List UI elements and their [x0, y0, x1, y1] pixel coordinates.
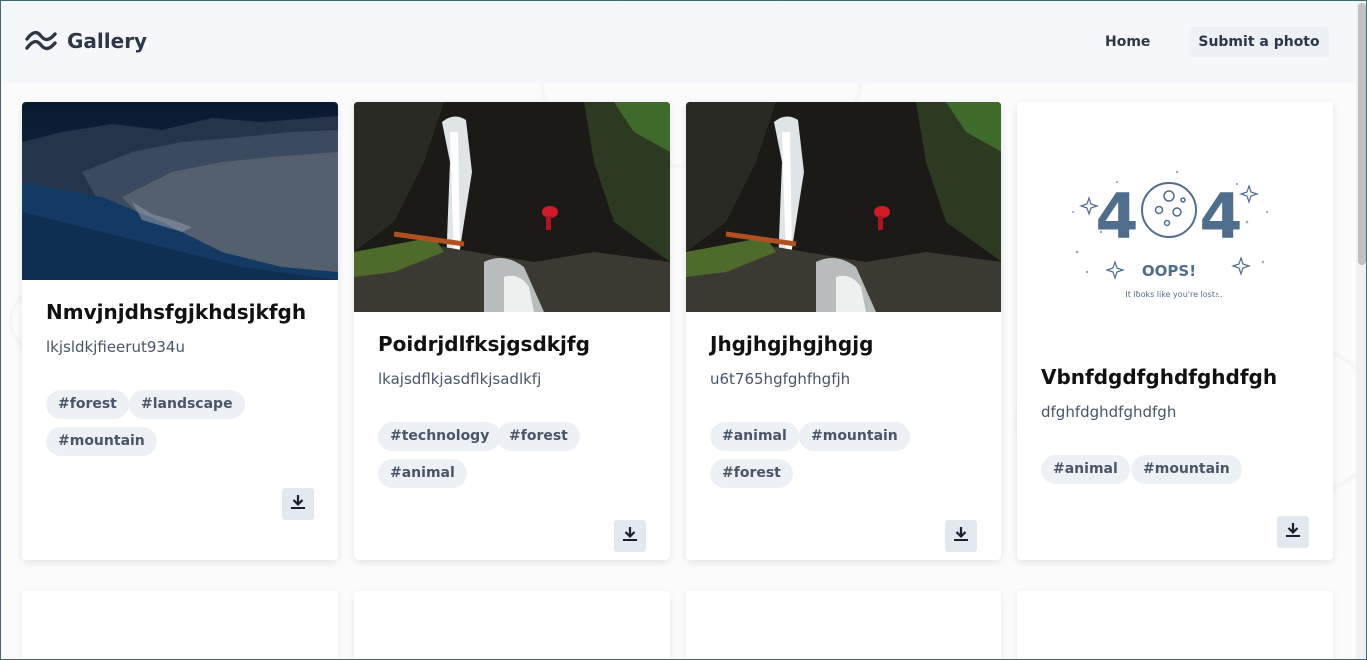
waterfall-photo[interactable]: [354, 102, 670, 312]
nav-home-link[interactable]: Home: [1093, 27, 1162, 57]
photo-card: Jhgjhgjhgjhgjg u6t765hgfghfhgfjh #animal…: [686, 102, 1001, 560]
photo-card: Nmvjnjdhsfgjkhdsjkfgh lkjsldkjfieerut934…: [22, 102, 338, 560]
photo-card: 4 4 OOPS! It looks like you're lost... V…: [1017, 102, 1333, 560]
download-button[interactable]: [1277, 516, 1309, 548]
photo-card: [1017, 591, 1333, 659]
download-icon: [622, 526, 638, 546]
photo-card: [354, 591, 670, 659]
card-description: dfghfdghdfghdfgh: [1041, 403, 1177, 421]
tag-chip[interactable]: #forest: [46, 390, 129, 419]
scrollbar-thumb[interactable]: [1358, 3, 1366, 265]
card-title: Vbnfdgdfghdfghdfgh: [1041, 365, 1278, 389]
tag-chip[interactable]: #forest: [497, 422, 580, 451]
download-icon: [290, 494, 306, 514]
lost-text: It looks like you're lost...: [1125, 290, 1222, 299]
download-button[interactable]: [945, 520, 977, 552]
tag-chip[interactable]: #landscape: [129, 390, 245, 419]
photo-card: [22, 591, 338, 659]
submit-photo-button[interactable]: Submit a photo: [1189, 27, 1329, 57]
tag-chip[interactable]: #forest: [710, 459, 793, 488]
wave-logo-icon: [25, 30, 57, 52]
oops-text: OOPS!: [1142, 262, 1196, 280]
top-navbar: Gallery Home Submit a photo: [1, 1, 1356, 83]
brand[interactable]: Gallery: [25, 29, 147, 53]
tag-chip[interactable]: #mountain: [799, 422, 910, 451]
tag-chip[interactable]: #animal: [1041, 455, 1130, 484]
brand-name: Gallery: [67, 29, 148, 53]
404-right-digit: 4: [1199, 180, 1242, 253]
tag-chip[interactable]: #mountain: [1131, 455, 1242, 484]
moon-icon: [1141, 182, 1197, 238]
download-icon: [1285, 522, 1301, 542]
card-description: u6t765hgfghfhgfjh: [710, 370, 851, 388]
photo-card: [686, 591, 1001, 659]
download-button[interactable]: [614, 520, 646, 552]
tag-chip[interactable]: #mountain: [46, 427, 157, 456]
404-left-digit: 4: [1095, 180, 1138, 253]
tag-chip[interactable]: #animal: [710, 422, 799, 451]
card-title: Poidrjdlfksjgsdkjfg: [378, 332, 590, 356]
waterfall-photo[interactable]: [686, 102, 1001, 312]
download-button[interactable]: [282, 488, 314, 520]
tag-chip[interactable]: #animal: [378, 459, 467, 488]
coastline-photo[interactable]: [22, 102, 338, 280]
tag-chip[interactable]: #technology: [378, 422, 502, 451]
vertical-scrollbar[interactable]: [1356, 1, 1366, 659]
404-placeholder-image[interactable]: 4 4 OOPS! It looks like you're lost...: [1017, 102, 1333, 344]
card-description: lkajsdflkjasdflkjsadlkfj: [378, 370, 542, 388]
card-description: lkjsldkjfieerut934u: [46, 338, 185, 356]
page: Gallery Home Submit a photo Nmvjnjdhsfgj…: [0, 0, 1367, 660]
card-title: Jhgjhgjhgjhgjg: [710, 332, 874, 356]
photo-card: Poidrjdlfksjgsdkjfg lkajsdflkjasdflkjsad…: [354, 102, 670, 560]
card-title: Nmvjnjdhsfgjkhdsjkfgh: [46, 300, 307, 324]
download-icon: [953, 526, 969, 546]
